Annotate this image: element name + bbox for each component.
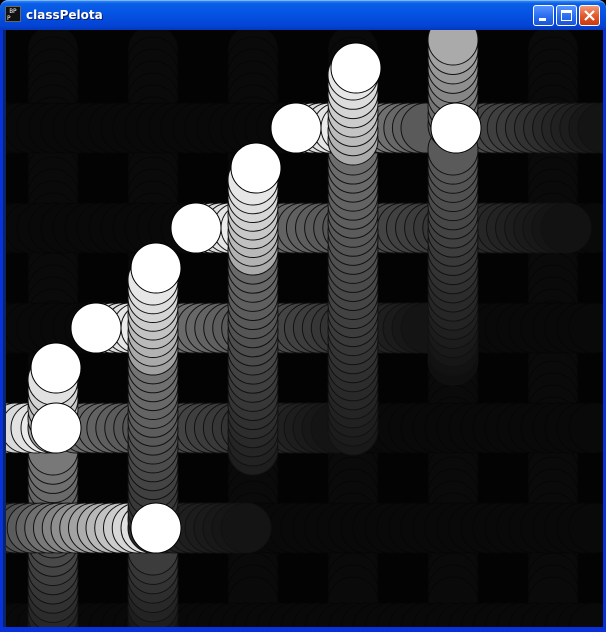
window-bottom-border [0,627,606,632]
maximize-button[interactable] [556,5,577,26]
bouncing-balls-scene [6,30,603,627]
close-icon [584,10,595,21]
active-ball [130,502,182,554]
trail-ball [540,202,592,254]
close-button[interactable] [579,5,600,26]
active-ball [270,102,322,154]
minimize-button[interactable] [533,5,554,26]
active-ball [30,402,82,454]
active-ball [170,202,222,254]
active-ball [130,242,182,294]
trail-ball [220,502,272,554]
active-ball [430,102,482,154]
maximize-icon [561,10,572,21]
active-ball [230,142,282,194]
sketch-canvas[interactable] [6,30,603,627]
title-bar[interactable]: BP P classPelota [0,0,606,30]
minimize-icon [539,18,546,21]
active-ball [70,302,122,354]
active-ball [330,42,382,94]
app-window: BP P classPelota [0,0,606,632]
active-ball [30,342,82,394]
window-title: classPelota [26,8,103,22]
processing-app-icon[interactable]: BP P [5,6,21,22]
